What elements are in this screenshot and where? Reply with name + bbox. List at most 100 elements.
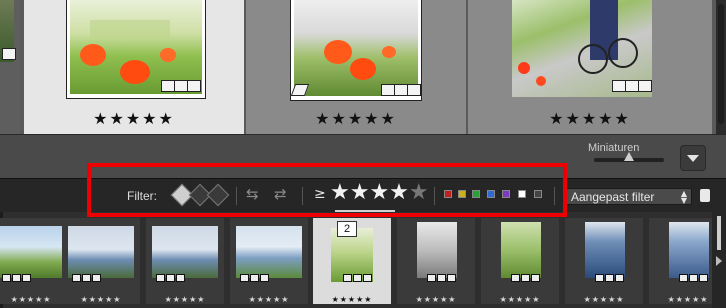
grid-scrollbar[interactable] <box>716 0 726 134</box>
filmstrip-item[interactable]: ★★★★★ <box>230 218 308 304</box>
crop-icon <box>250 274 259 282</box>
color-label-custom[interactable] <box>518 190 526 198</box>
filmstrip-item[interactable]: ★★★★★ <box>565 218 643 304</box>
filmstrip-rating-stars: ★★★★★ <box>164 295 206 304</box>
divider <box>434 187 435 205</box>
filmstrip-rating-stars: ★★★★★ <box>248 295 290 304</box>
tag-icon <box>612 80 626 92</box>
crop-icon <box>82 274 91 282</box>
develop-adjust-icon <box>699 274 708 282</box>
filmstrip-thumbnail[interactable] <box>68 226 134 278</box>
virtual-copy-filter-icon[interactable]: ⇄ <box>274 185 287 203</box>
filmstrip-item[interactable]: ★★★★★ <box>62 218 140 304</box>
photo-thumbnail[interactable] <box>294 0 418 96</box>
develop-adjust-icon <box>531 274 540 282</box>
color-label-none[interactable] <box>534 190 542 198</box>
develop-adjust-icon <box>260 274 269 282</box>
grid-cell[interactable]: ★★★★★ <box>246 0 466 134</box>
photo-frame[interactable] <box>66 0 206 99</box>
filter-preset-value: Aangepast filter <box>571 190 655 204</box>
filmstrip-thumbnail[interactable] <box>236 226 302 278</box>
filmstrip-rating-stars: ★★★★★ <box>10 295 52 304</box>
rating-empty-star[interactable]: ★ <box>409 180 429 205</box>
develop-adjust-icon <box>92 274 101 282</box>
crop-icon <box>174 80 188 92</box>
photo-frame[interactable] <box>290 0 422 101</box>
develop-adjust-icon <box>22 274 31 282</box>
filmstrip-filter-bar: Filter: ⇆ ⇄ ≥ ★★★★★ Aangepast filter ▲ ▼ <box>0 178 726 213</box>
color-label-green[interactable] <box>472 190 480 198</box>
photo-frame[interactable] <box>512 0 652 100</box>
tag-icon <box>427 274 436 282</box>
filmstrip-item[interactable]: ★★★★★ <box>146 218 224 304</box>
filmstrip-rating-stars: ★★★★★ <box>583 295 625 304</box>
filmstrip-thumbnail[interactable] <box>585 222 625 278</box>
slider-knob-icon[interactable] <box>624 152 634 161</box>
crop-icon <box>605 274 614 282</box>
crop-icon <box>625 80 639 92</box>
develop-adjust-icon <box>363 274 372 282</box>
rating-stars[interactable]: ★★★★★ <box>468 109 712 128</box>
filmstrip-thumbnail[interactable] <box>417 222 457 278</box>
rating-stars[interactable]: ★★★★★ <box>24 109 244 128</box>
color-label-blue[interactable] <box>487 190 495 198</box>
crop-icon <box>689 274 698 282</box>
grid-toolbar: Miniaturen <box>0 134 726 179</box>
develop-adjust-icon <box>176 274 185 282</box>
tag-icon <box>156 274 165 282</box>
filmstrip-thumbnail[interactable] <box>152 226 218 278</box>
crop-icon <box>353 274 362 282</box>
color-label-red[interactable] <box>444 190 452 198</box>
filmstrip-item[interactable]: ★★★★★ <box>397 218 475 304</box>
filmstrip-rating-stars: ★★★★★ <box>499 295 541 304</box>
library-grid: ★★★★★ ★★★★★ ★★★★★ <box>0 0 726 134</box>
develop-adjust-icon <box>615 274 624 282</box>
grid-cell[interactable]: ★★★★★ <box>468 0 712 134</box>
toolbar-menu-button[interactable] <box>680 145 706 171</box>
develop-adjust-icon <box>638 80 652 92</box>
filmstrip-scroll-thumb[interactable] <box>717 216 721 250</box>
divider <box>554 187 555 205</box>
color-label-yellow[interactable] <box>458 190 466 198</box>
filter-lock-icon[interactable] <box>700 189 710 202</box>
filmstrip-thumbnail[interactable] <box>669 222 709 278</box>
develop-adjust-icon <box>447 274 456 282</box>
crop-icon <box>394 84 408 96</box>
filmstrip-rating-stars: ★★★★★ <box>415 295 457 304</box>
filmstrip-rating-stars: ★★★★★ <box>80 295 122 304</box>
crop-icon <box>437 274 446 282</box>
grid-cell[interactable]: ★★★★★ <box>24 0 244 134</box>
tag-icon <box>381 84 395 96</box>
develop-adjust-icon <box>187 80 201 92</box>
filter-label: Filter: <box>127 189 157 203</box>
filmstrip-item[interactable]: ★★★★★ <box>0 218 70 304</box>
tag-icon <box>240 274 249 282</box>
filmstrip-item[interactable]: ★★★★★ <box>481 218 559 304</box>
filter-preset-select[interactable]: Aangepast filter ▲ ▼ <box>564 188 692 205</box>
develop-adjust-icon <box>407 84 421 96</box>
metadata-badge-icon <box>2 48 16 60</box>
scrollbar-thumb[interactable] <box>718 4 724 124</box>
tag-icon <box>595 274 604 282</box>
filmstrip-rating-stars: ★★★★★ <box>331 295 373 304</box>
chevron-right-icon <box>716 256 722 266</box>
color-label-purple[interactable] <box>502 190 510 198</box>
filmstrip-scroll-right[interactable] <box>712 212 726 308</box>
chevron-down-icon <box>687 155 699 162</box>
tag-icon <box>343 274 352 282</box>
tag-icon <box>511 274 520 282</box>
filmstrip-thumbnail[interactable] <box>501 222 541 278</box>
select-arrows-icon: ▲ ▼ <box>680 189 687 205</box>
filmstrip-thumbnail[interactable] <box>0 226 64 278</box>
rating-operator[interactable]: ≥ <box>314 186 326 202</box>
grid-cell[interactable] <box>0 0 20 134</box>
divider <box>236 187 237 205</box>
rejected-filter-icon[interactable] <box>206 183 230 207</box>
rating-stars[interactable]: ★★★★★ <box>246 109 466 128</box>
rating-filled-stars[interactable]: ★★★★ <box>330 180 409 205</box>
selected-photo-number: 2 <box>337 221 357 237</box>
tag-icon <box>2 274 11 282</box>
master-copy-filter-icon[interactable]: ⇆ <box>246 185 259 203</box>
rating-filter-stars[interactable]: ★★★★★ <box>330 180 429 205</box>
tag-icon <box>161 80 175 92</box>
